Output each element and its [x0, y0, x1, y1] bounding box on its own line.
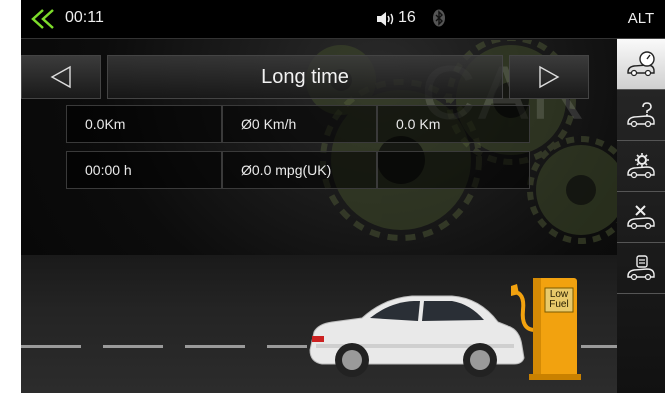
range-value: 0.0 Km: [377, 105, 530, 143]
volume-icon: [377, 12, 394, 26]
lane-marking: [581, 345, 617, 348]
low-fuel-label: Low Fuel: [545, 290, 573, 310]
title-bar: Long time: [21, 55, 589, 99]
trip-stats: 0.0Km Ø0 Km/h 0.0 Km 00:00 h Ø0.0 mpg(UK…: [66, 105, 530, 189]
car-service-icon: [627, 205, 655, 230]
previous-button[interactable]: [21, 55, 101, 99]
volume-level: 16: [398, 9, 416, 26]
low-fuel-line2: Fuel: [549, 299, 569, 310]
car-question-icon: [627, 102, 655, 128]
alt-button[interactable]: ALT: [617, 0, 665, 39]
sidebar-item-car-info[interactable]: [617, 243, 665, 294]
car-settings-icon: [627, 153, 655, 179]
left-margin: [0, 0, 21, 393]
sidebar-item-car-help[interactable]: [617, 90, 665, 141]
bluetooth-icon: [433, 9, 445, 27]
status-bar: 00:11 16: [21, 0, 617, 39]
lane-marking: [103, 345, 163, 348]
fuel-pump-image: [511, 278, 581, 380]
triangle-right-icon: [539, 65, 560, 89]
next-button[interactable]: [509, 55, 589, 99]
clock: 00:11: [65, 9, 104, 26]
lane-marking: [185, 345, 245, 348]
lane-marking: [21, 345, 81, 348]
driving-time-value: 00:00 h: [66, 151, 222, 189]
avg-consumption-value: Ø0.0 mpg(UK): [222, 151, 377, 189]
triangle-left-icon: [50, 65, 71, 89]
lane-marking: [267, 345, 307, 348]
car-info-icon: [627, 255, 655, 281]
car-image: [309, 295, 525, 377]
trip-meter-icon: [627, 51, 655, 77]
sidebar-item-car-service[interactable]: [617, 192, 665, 243]
sidebar: ALT: [617, 0, 665, 393]
sidebar-item-car-settings[interactable]: [617, 141, 665, 192]
distance-value: 0.0Km: [66, 105, 222, 143]
screen: CAR Low Fuel 00:11 16 Long time 0.0Km Ø0…: [0, 0, 665, 393]
sidebar-item-trip-meter[interactable]: [617, 39, 665, 90]
back-chevrons-icon[interactable]: [29, 8, 57, 30]
empty-stat-cell: [377, 151, 530, 189]
page-title: Long time: [107, 55, 503, 99]
avg-speed-value: Ø0 Km/h: [222, 105, 377, 143]
